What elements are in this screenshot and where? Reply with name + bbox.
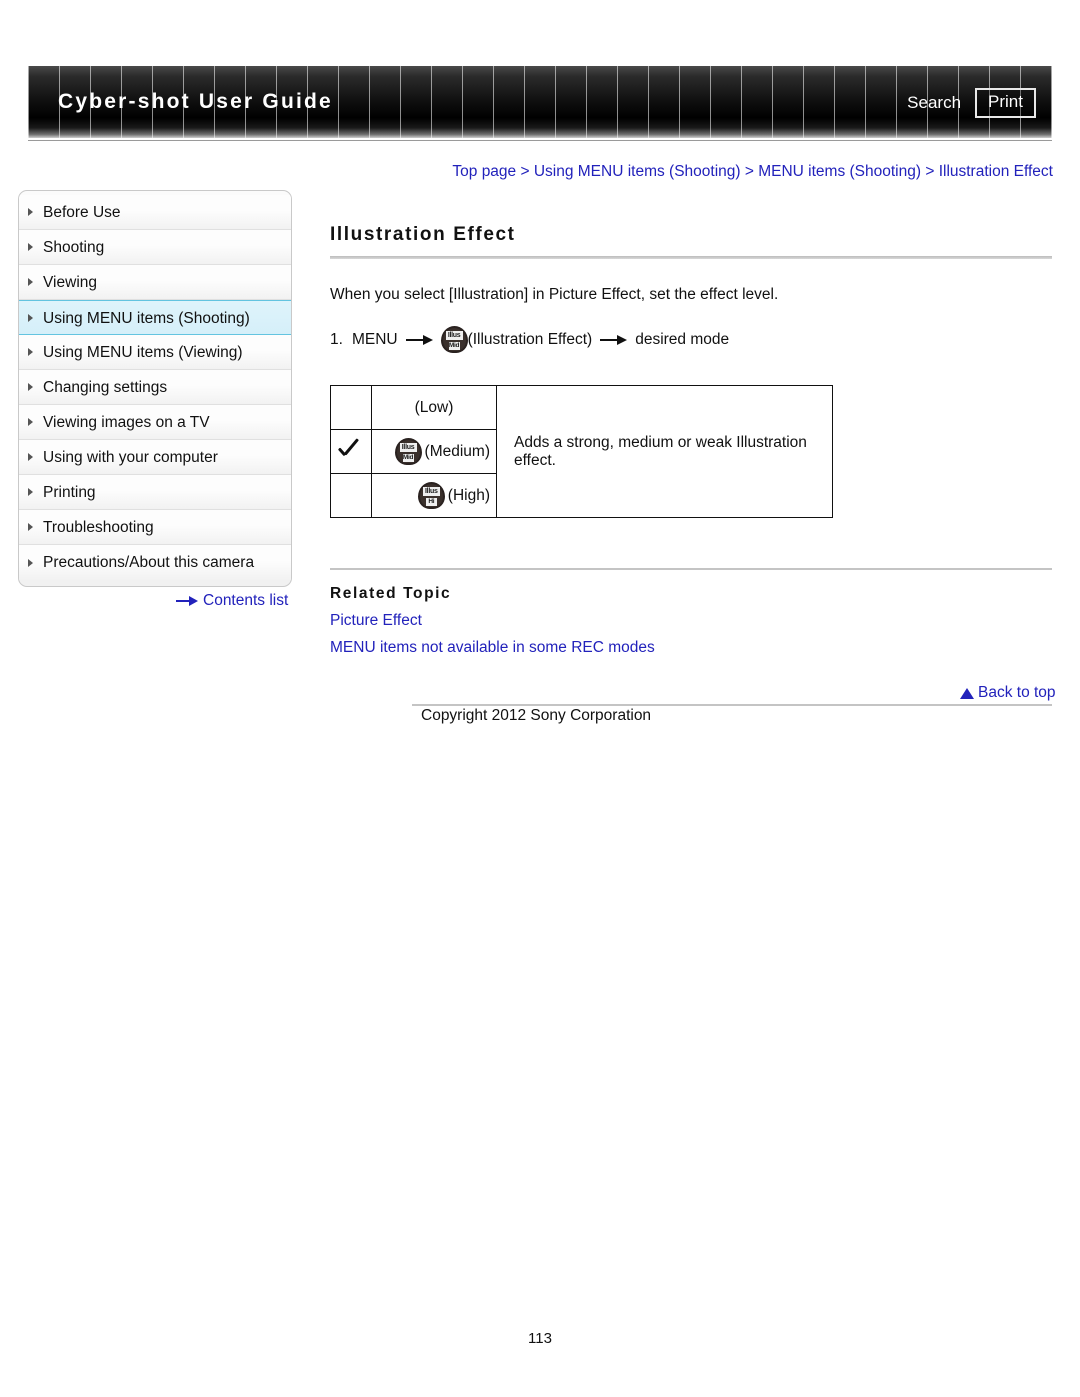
related-topic-divider xyxy=(330,568,1052,570)
contents-list-link[interactable]: Contents list xyxy=(176,592,288,610)
intro-paragraph: When you select [Illustration] in Pictur… xyxy=(330,286,779,303)
menu-label: MENU xyxy=(351,330,398,348)
table-row: (Low) Adds a strong, medium or weak Illu… xyxy=(330,385,833,518)
selected-indicator-cell xyxy=(330,385,372,430)
title-divider xyxy=(330,256,1052,259)
header-actions: Search Print xyxy=(907,88,1036,118)
illustration-effect-icon: Illus Mid xyxy=(440,326,468,353)
page-title: Illustration Effect xyxy=(330,224,516,245)
illustration-icon-top-label: Illus xyxy=(445,331,463,340)
footer-divider xyxy=(412,704,1052,706)
related-link-picture-effect[interactable]: Picture Effect xyxy=(330,612,1052,630)
back-to-top-link[interactable]: Back to top xyxy=(960,684,1056,702)
triangle-right-icon xyxy=(28,278,33,286)
selected-indicator-cell xyxy=(330,429,372,474)
step-instruction: 1. MENU Illus Mid (Illustration Effect) … xyxy=(330,326,1052,353)
illustration-icon-bottom-label: Mid xyxy=(402,453,414,462)
breadcrumb[interactable]: Top page > Using MENU items (Shooting) >… xyxy=(452,163,1053,181)
triangle-right-icon xyxy=(28,523,33,531)
triangle-right-icon xyxy=(28,208,33,216)
illustration-icon-top-label: Illus xyxy=(399,443,417,452)
sidebar-item-label: Viewing xyxy=(43,274,98,291)
level-label: (Low) xyxy=(414,398,454,416)
sidebar-item-using-menu-items-viewing[interactable]: Using MENU items (Viewing) xyxy=(19,335,291,370)
sidebar-item-using-menu-items-shooting[interactable]: Using MENU items (Shooting) xyxy=(19,300,291,335)
sidebar-nav: Before Use Shooting Viewing Using MENU i… xyxy=(18,190,292,587)
contents-list-label: Contents list xyxy=(203,592,289,609)
sidebar-item-label: Precautions/About this camera xyxy=(43,554,255,571)
step-number: 1. xyxy=(330,330,343,348)
arrow-right-icon xyxy=(176,596,198,606)
sidebar-item-precautions-about-this-camera[interactable]: Precautions/About this camera xyxy=(19,545,291,580)
sidebar-item-using-with-your-computer[interactable]: Using with your computer xyxy=(19,440,291,475)
step-tail-text: desired mode xyxy=(635,330,730,348)
search-button[interactable]: Search xyxy=(907,93,961,113)
illustration-effect-icon: Illus Mid xyxy=(394,438,422,465)
step-icon-caption: (Illustration Effect) xyxy=(467,330,593,348)
header-divider xyxy=(28,140,1052,141)
triangle-right-icon xyxy=(28,418,33,426)
sidebar-item-label: Troubleshooting xyxy=(43,519,154,536)
copyright-text: Copyright 2012 Sony Corporation xyxy=(421,707,652,724)
site-title: Cyber-shot User Guide xyxy=(58,90,333,113)
triangle-up-icon xyxy=(960,687,974,699)
sidebar-item-viewing[interactable]: Viewing xyxy=(19,265,291,300)
print-button[interactable]: Print xyxy=(975,88,1036,118)
sidebar-item-label: Shooting xyxy=(43,239,105,256)
related-link-menu-items-not-available[interactable]: MENU items not available in some REC mod… xyxy=(330,639,1052,657)
sidebar-item-label: Using MENU items (Viewing) xyxy=(43,344,243,361)
level-label: (Medium) xyxy=(424,442,490,460)
triangle-right-icon xyxy=(28,243,33,251)
arrow-right-icon xyxy=(600,334,628,345)
triangle-right-icon xyxy=(28,348,33,356)
back-to-top-label: Back to top xyxy=(978,684,1056,701)
selected-indicator-cell xyxy=(330,473,372,518)
effect-levels-table: (Low) Adds a strong, medium or weak Illu… xyxy=(330,385,833,518)
triangle-right-icon xyxy=(28,488,33,496)
triangle-right-icon xyxy=(28,453,33,461)
triangle-right-icon xyxy=(28,558,33,567)
illustration-effect-icon: Illus Hi xyxy=(417,482,445,509)
illustration-icon-bottom-label: Hi xyxy=(425,497,437,506)
sidebar-item-shooting[interactable]: Shooting xyxy=(19,230,291,265)
sidebar-item-before-use[interactable]: Before Use xyxy=(19,195,291,230)
level-label: (High) xyxy=(447,486,490,504)
main-content: Illustration Effect When you select [Ill… xyxy=(330,190,1052,657)
arrow-right-icon xyxy=(405,334,433,345)
site-header: Cyber-shot User Guide Search Print xyxy=(28,66,1052,138)
check-icon xyxy=(338,440,364,459)
level-cell: Illus Mid (Medium) xyxy=(371,429,497,474)
sidebar-item-printing[interactable]: Printing xyxy=(19,475,291,510)
sidebar-item-label: Viewing images on a TV xyxy=(43,414,210,431)
sidebar-item-label: Before Use xyxy=(43,204,121,221)
sidebar-item-changing-settings[interactable]: Changing settings xyxy=(19,370,291,405)
illustration-icon-top-label: Illus xyxy=(422,487,440,496)
sidebar-item-label: Using MENU items (Shooting) xyxy=(43,310,250,327)
level-cell: Illus Hi (High) xyxy=(371,473,497,518)
sidebar-item-label: Printing xyxy=(43,484,96,501)
sidebar-item-troubleshooting[interactable]: Troubleshooting xyxy=(19,510,291,545)
description-cell: Adds a strong, medium or weak Illustrati… xyxy=(496,385,833,518)
triangle-right-icon xyxy=(28,383,33,391)
triangle-right-icon xyxy=(28,313,33,322)
page-number: 113 xyxy=(528,1330,552,1347)
sidebar-item-label: Using with your computer xyxy=(43,449,218,466)
illustration-icon-bottom-label: Mid xyxy=(448,341,460,350)
level-cell: (Low) xyxy=(371,385,497,430)
sidebar-item-label: Changing settings xyxy=(43,379,168,396)
related-topic-heading: Related Topic xyxy=(330,585,452,602)
sidebar-item-viewing-images-on-a-tv[interactable]: Viewing images on a TV xyxy=(19,405,291,440)
